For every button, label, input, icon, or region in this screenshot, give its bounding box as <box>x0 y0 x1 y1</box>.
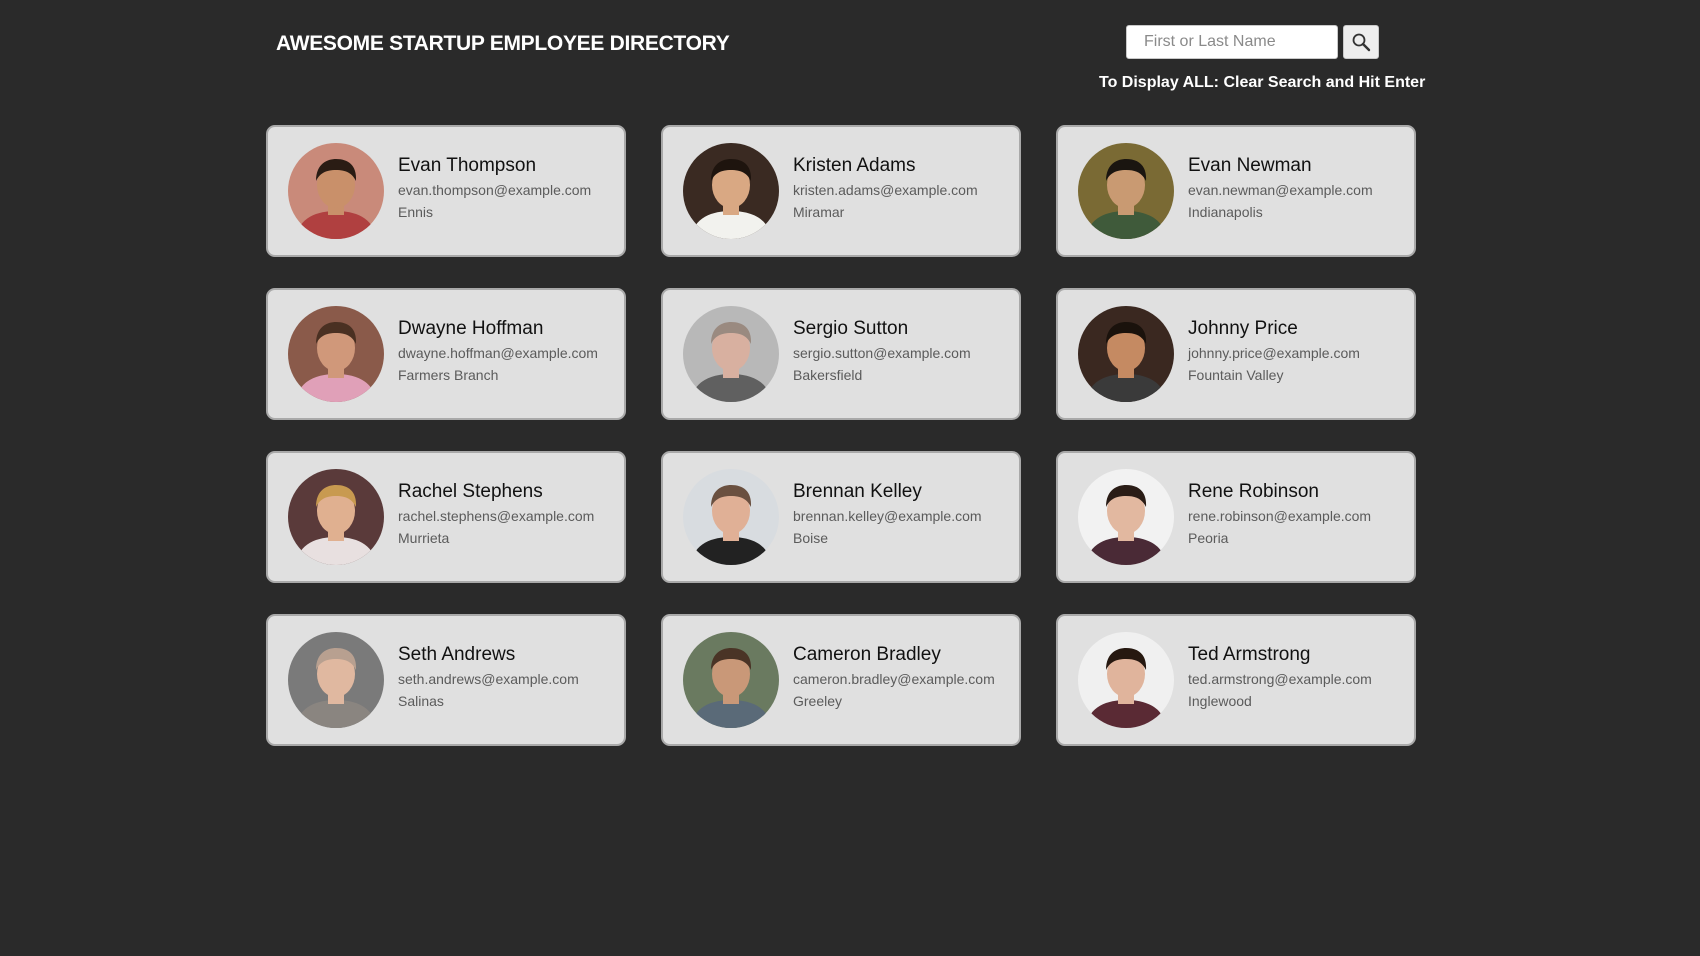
employee-city: Peoria <box>1188 530 1229 546</box>
employee-email: sergio.sutton@example.com <box>793 345 971 361</box>
employee-city: Boise <box>793 530 829 546</box>
employee-info: Brennan Kelley brennan.kelley@example.co… <box>793 479 982 549</box>
employee-card[interactable]: Rene Robinson rene.robinson@example.com … <box>1056 451 1416 583</box>
employee-info: Johnny Price johnny.price@example.com Fo… <box>1188 316 1360 386</box>
employee-avatar <box>288 306 384 402</box>
page-title: AWESOME STARTUP EMPLOYEE DIRECTORY <box>276 32 730 55</box>
employee-city: Ennis <box>398 204 434 220</box>
employee-card[interactable]: Dwayne Hoffman dwayne.hoffman@example.co… <box>266 288 626 420</box>
employee-name: Cameron Bradley <box>793 644 941 665</box>
employee-info: Seth Andrews seth.andrews@example.com Sa… <box>398 642 579 712</box>
employee-info: Dwayne Hoffman dwayne.hoffman@example.co… <box>398 316 598 386</box>
employee-info: Evan Thompson evan.thompson@example.com … <box>398 153 591 223</box>
employee-name: Sergio Sutton <box>793 318 909 339</box>
employee-avatar <box>683 469 779 565</box>
employee-name: Johnny Price <box>1188 318 1298 339</box>
search-button[interactable] <box>1343 25 1379 59</box>
employee-city: Salinas <box>398 693 444 709</box>
employee-name: Kristen Adams <box>793 155 916 176</box>
employee-email: ted.armstrong@example.com <box>1188 671 1372 687</box>
employee-city: Miramar <box>793 204 845 220</box>
employee-avatar <box>683 143 779 239</box>
search-icon <box>1352 33 1371 52</box>
employee-city: Bakersfield <box>793 367 863 383</box>
employee-email: evan.thompson@example.com <box>398 182 592 198</box>
employee-name: Evan Thompson <box>398 155 537 176</box>
employee-card[interactable]: Seth Andrews seth.andrews@example.com Sa… <box>266 614 626 746</box>
employee-name: Ted Armstrong <box>1188 644 1311 665</box>
employee-info: Rachel Stephens rachel.stephens@example.… <box>398 479 594 549</box>
employee-email: rachel.stephens@example.com <box>398 508 595 524</box>
employee-email: rene.robinson@example.com <box>1188 508 1372 524</box>
employee-city: Farmers Branch <box>398 367 499 383</box>
employee-email: johnny.price@example.com <box>1188 345 1360 361</box>
employee-card[interactable]: Sergio Sutton sergio.sutton@example.com … <box>661 288 1021 420</box>
employee-info: Cameron Bradley cameron.bradley@example.… <box>793 642 995 712</box>
employee-city: Inglewood <box>1188 693 1252 709</box>
search-form <box>1126 25 1379 59</box>
search-hint: To Display ALL: Clear Search and Hit Ent… <box>1099 74 1426 91</box>
employee-city: Fountain Valley <box>1188 367 1284 383</box>
employee-name: Rene Robinson <box>1188 481 1319 502</box>
employee-email: evan.newman@example.com <box>1188 182 1373 198</box>
employee-email: cameron.bradley@example.com <box>793 671 995 687</box>
employee-avatar <box>1078 143 1174 239</box>
employee-avatar <box>1078 306 1174 402</box>
employee-name: Seth Andrews <box>398 644 516 665</box>
employee-info: Sergio Sutton sergio.sutton@example.com … <box>793 316 971 386</box>
employee-city: Greeley <box>793 693 843 709</box>
search-input[interactable] <box>1126 25 1338 59</box>
employee-info: Kristen Adams kristen.adams@example.com … <box>793 153 978 223</box>
employee-name: Rachel Stephens <box>398 481 543 502</box>
employee-card[interactable]: Evan Thompson evan.thompson@example.com … <box>266 125 626 257</box>
employee-card[interactable]: Brennan Kelley brennan.kelley@example.co… <box>661 451 1021 583</box>
employee-avatar <box>288 632 384 728</box>
employee-info: Rene Robinson rene.robinson@example.com … <box>1188 479 1371 549</box>
employee-city: Murrieta <box>398 530 450 546</box>
employee-email: seth.andrews@example.com <box>398 671 579 687</box>
employee-avatar <box>288 469 384 565</box>
employee-grid: Evan Thompson evan.thompson@example.com … <box>266 125 1416 746</box>
employee-card[interactable]: Kristen Adams kristen.adams@example.com … <box>661 125 1021 257</box>
employee-card[interactable]: Cameron Bradley cameron.bradley@example.… <box>661 614 1021 746</box>
employee-info: Evan Newman evan.newman@example.com Indi… <box>1188 153 1373 223</box>
employee-avatar <box>288 143 384 239</box>
employee-name: Brennan Kelley <box>793 481 922 502</box>
employee-card[interactable]: Evan Newman evan.newman@example.com Indi… <box>1056 125 1416 257</box>
employee-email: kristen.adams@example.com <box>793 182 978 198</box>
employee-info: Ted Armstrong ted.armstrong@example.com … <box>1188 642 1372 712</box>
employee-avatar <box>683 306 779 402</box>
employee-card[interactable]: Ted Armstrong ted.armstrong@example.com … <box>1056 614 1416 746</box>
employee-name: Evan Newman <box>1188 155 1312 176</box>
employee-name: Dwayne Hoffman <box>398 318 544 339</box>
employee-card[interactable]: Johnny Price johnny.price@example.com Fo… <box>1056 288 1416 420</box>
employee-card[interactable]: Rachel Stephens rachel.stephens@example.… <box>266 451 626 583</box>
employee-avatar <box>683 632 779 728</box>
employee-email: dwayne.hoffman@example.com <box>398 345 598 361</box>
directory-page: AWESOME STARTUP EMPLOYEE DIRECTORY To Di… <box>0 0 1700 956</box>
employee-email: brennan.kelley@example.com <box>793 508 982 524</box>
employee-city: Indianapolis <box>1188 204 1263 220</box>
employee-avatar <box>1078 469 1174 565</box>
employee-avatar <box>1078 632 1174 728</box>
